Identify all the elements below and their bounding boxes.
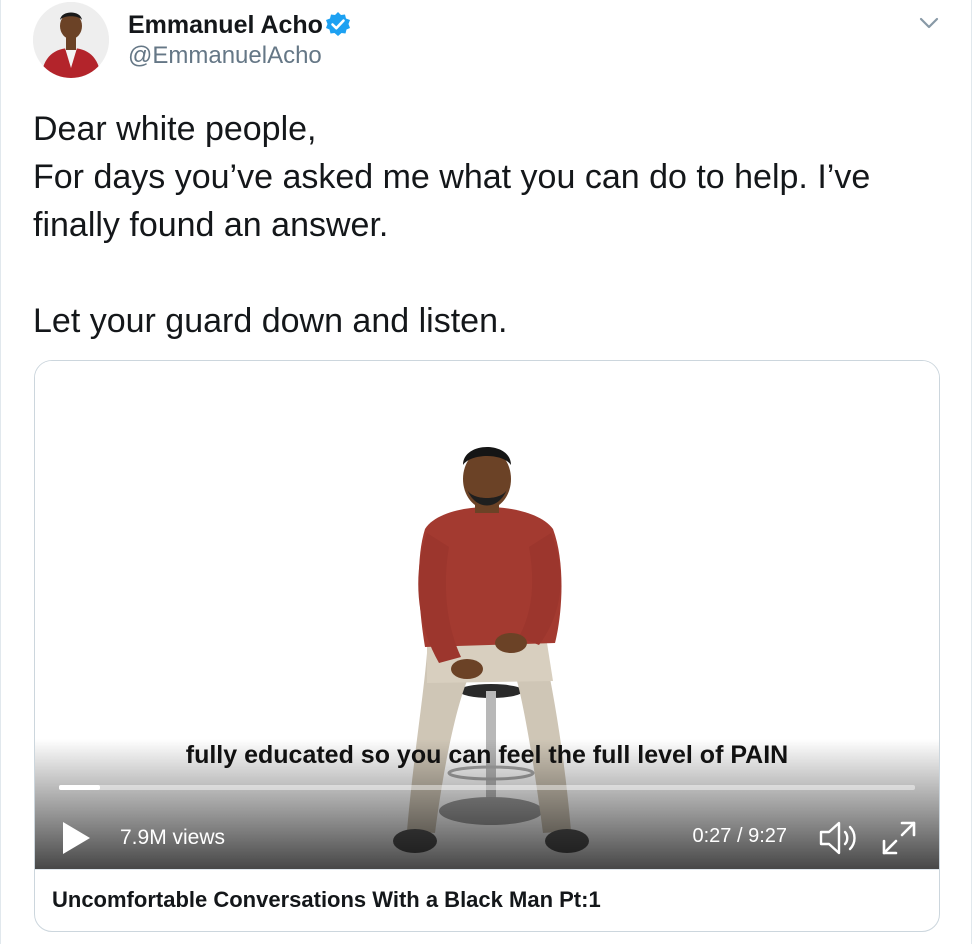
fullscreen-icon[interactable] — [880, 819, 918, 857]
tweet-text-line: Dear white people, — [33, 110, 317, 148]
video-card-footer[interactable]: Uncomfortable Conversations With a Black… — [35, 869, 939, 931]
video-progress-bar[interactable] — [59, 785, 915, 790]
play-icon[interactable] — [59, 819, 93, 857]
verified-badge-icon — [326, 12, 350, 36]
chevron-down-icon[interactable] — [916, 10, 942, 36]
author-handle[interactable]: @EmmanuelAcho — [128, 42, 322, 70]
volume-icon[interactable] — [818, 819, 860, 857]
video-player[interactable]: fully educated so you can feel the full … — [35, 361, 939, 869]
video-card[interactable]: fully educated so you can feel the full … — [34, 360, 940, 932]
view-count: 7.9M views — [120, 826, 226, 849]
video-title[interactable]: Uncomfortable Conversations With a Black… — [52, 887, 601, 913]
avatar[interactable] — [33, 2, 109, 78]
video-progress-fill — [59, 785, 101, 790]
video-timecode: 0:27 / 9:27 — [692, 825, 787, 847]
tweet-text: Dear white people, For days you’ve asked… — [33, 105, 953, 345]
author-name[interactable]: Emmanuel Acho — [128, 10, 323, 40]
tweet-text-line: Let your guard down and listen. — [33, 302, 508, 340]
video-subtitle: fully educated so you can feel the full … — [185, 741, 789, 769]
tweet-text-line: For days you’ve asked me what you can do… — [33, 158, 871, 244]
tweet: Emmanuel Acho @EmmanuelAcho Dear white p… — [0, 0, 972, 944]
